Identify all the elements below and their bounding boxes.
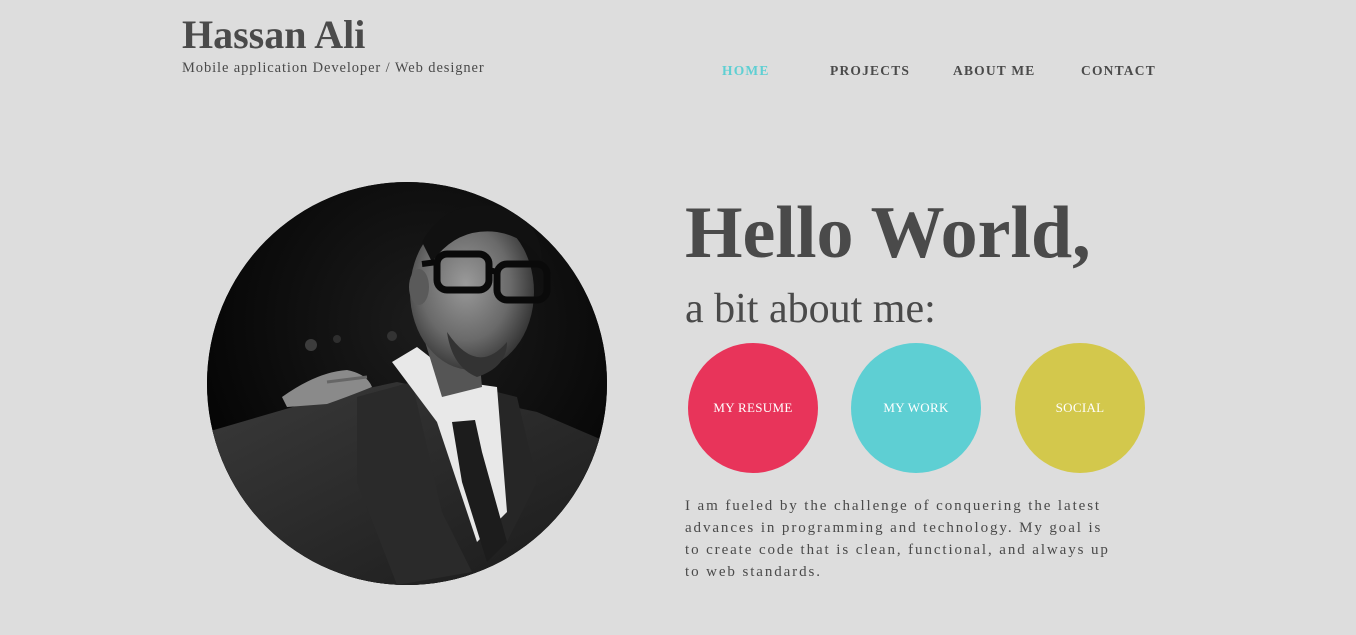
nav-home[interactable]: HOME bbox=[722, 63, 770, 79]
hero-subtitle: a bit about me: bbox=[685, 286, 936, 332]
profile-photo bbox=[207, 182, 607, 585]
nav-contact[interactable]: CONTACT bbox=[1081, 63, 1156, 79]
hero-title: Hello World, bbox=[685, 192, 1091, 274]
bio-line: to create code that is clean, functional… bbox=[685, 542, 1110, 558]
nav-projects[interactable]: PROJECTS bbox=[830, 63, 910, 79]
main-nav: HOME PROJECTS ABOUT ME CONTACT bbox=[0, 63, 1356, 83]
profile-photo-icon bbox=[207, 182, 607, 585]
my-work-button[interactable]: MY WORK bbox=[851, 343, 981, 473]
social-button[interactable]: SOCIAL bbox=[1015, 343, 1145, 473]
bio-paragraph: I am fueled by the challenge of conqueri… bbox=[685, 495, 1185, 583]
page: Hassan Ali Mobile application Developer … bbox=[0, 0, 1356, 635]
bio-line: I am fueled by the challenge of conqueri… bbox=[685, 498, 1101, 514]
bio-line: to web standards. bbox=[685, 564, 822, 580]
site-title[interactable]: Hassan Ali bbox=[182, 12, 485, 58]
nav-about-me[interactable]: ABOUT ME bbox=[953, 63, 1036, 79]
my-resume-button[interactable]: MY RESUME bbox=[688, 343, 818, 473]
bio-line: advances in programming and technology. … bbox=[685, 520, 1103, 536]
